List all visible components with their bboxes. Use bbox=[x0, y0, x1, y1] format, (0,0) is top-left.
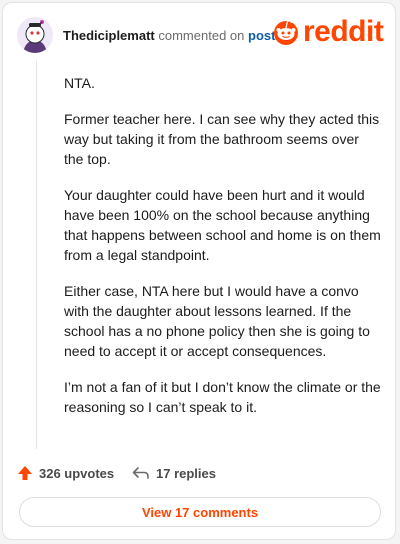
snoo-avatar-icon bbox=[17, 17, 53, 53]
username-link[interactable]: Thediciplematt bbox=[63, 28, 155, 43]
reddit-snoo-icon bbox=[274, 19, 298, 45]
comment-body: NTA. Former teacher here. I can see why … bbox=[64, 73, 382, 433]
upvote-count: 326 upvotes bbox=[39, 465, 115, 481]
comment-paragraph: NTA. bbox=[64, 75, 95, 91]
comment-meta: Thediciplematt commented on post bbox=[63, 28, 275, 43]
reddit-logo[interactable]: reddit bbox=[273, 15, 384, 49]
upvote-button[interactable]: 326 upvotes bbox=[17, 463, 114, 483]
reply-arrow-icon bbox=[132, 467, 149, 479]
thread-line bbox=[36, 61, 37, 449]
post-link[interactable]: post bbox=[248, 28, 275, 43]
reply-button[interactable]: 17 replies bbox=[132, 463, 216, 483]
reddit-wordmark: reddit bbox=[303, 15, 384, 48]
user-avatar[interactable] bbox=[17, 17, 53, 53]
comment-actions: 326 upvotes 17 replies bbox=[17, 463, 377, 483]
reply-count: 17 replies bbox=[156, 465, 216, 481]
comment-card: Thediciplematt commented on post reddit … bbox=[2, 2, 396, 540]
upvote-arrow-icon bbox=[18, 466, 32, 480]
comment-paragraph: I’m not a fan of it but I don’t know the… bbox=[64, 379, 381, 415]
comment-paragraph: Your daughter could have been hurt and i… bbox=[64, 187, 381, 263]
comment-paragraph: Former teacher here. I can see why they … bbox=[64, 111, 380, 167]
view-comments-button[interactable]: View 17 comments bbox=[19, 497, 381, 527]
comment-header: Thediciplematt commented on post reddit bbox=[17, 15, 384, 57]
action-text: commented on bbox=[158, 28, 245, 43]
comment-paragraph: Either case, NTA here but I would have a… bbox=[64, 283, 370, 359]
